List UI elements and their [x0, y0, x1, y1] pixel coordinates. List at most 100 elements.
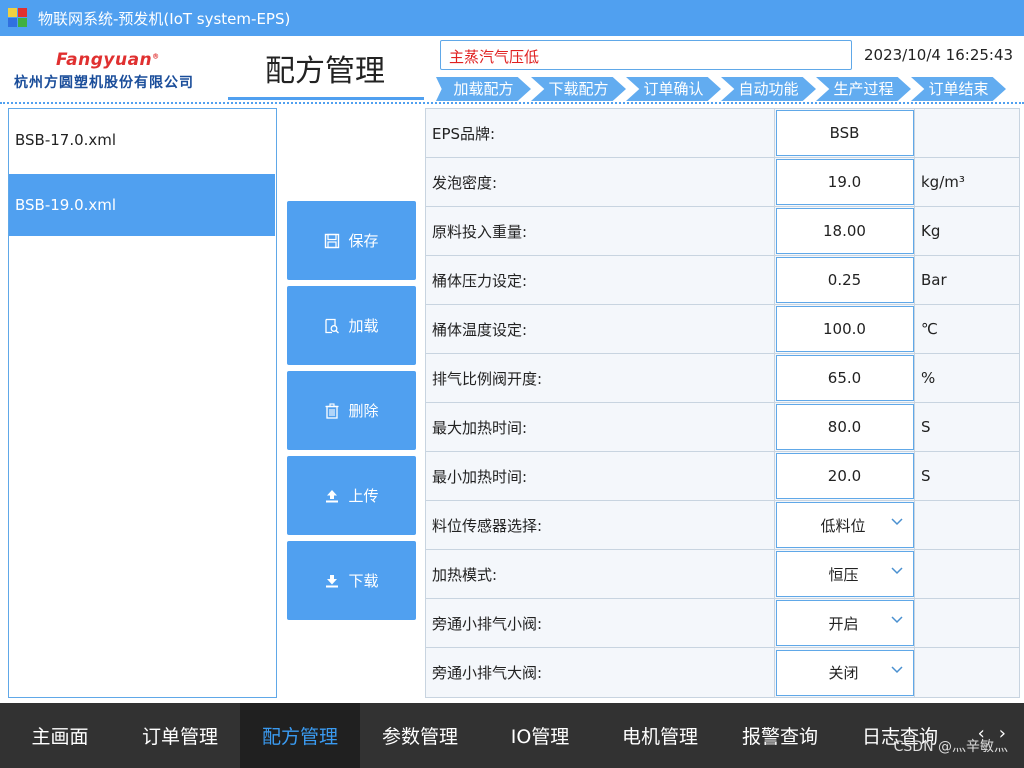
param-row-max-heat-time: 最大加热时间: 80.0 S — [426, 403, 1019, 452]
delete-label: 删除 — [348, 402, 379, 420]
registered-mark: ® — [152, 52, 160, 61]
header: Fangyuan® 杭州方圆塑机股份有限公司 配方管理 主蒸汽气压低 2023/… — [0, 36, 1024, 106]
param-label: 排气比例阀开度: — [426, 354, 775, 402]
param-row-density: 发泡密度: 19.0 kg/m³ — [426, 158, 1019, 207]
window-titlebar: 物联网系统-预发机(IoT system-EPS) — [0, 0, 1024, 36]
step-load-recipe: 加载配方 — [436, 77, 531, 101]
chevron-down-icon — [890, 567, 903, 575]
bypass-large-valve-select[interactable]: 关闭 — [775, 649, 914, 696]
file-item-selected[interactable]: BSB-19.0.xml — [9, 174, 275, 236]
param-unit: kg/m³ — [915, 158, 1019, 206]
param-unit: ℃ — [915, 305, 1019, 353]
param-row-heat-mode: 加热模式: 恒压 — [426, 550, 1019, 599]
company-logo: Fangyuan® — [56, 50, 160, 70]
param-unit — [915, 501, 1019, 549]
action-buttons: 保存 加载 删除 上传 下载 — [287, 201, 416, 626]
save-label: 保存 — [348, 232, 379, 250]
upload-button[interactable]: 上传 — [287, 456, 416, 535]
param-row-bypass-small-valve: 旁通小排气小阀: 开启 — [426, 599, 1019, 648]
select-value: 关闭 — [828, 664, 859, 682]
param-row-weight: 原料投入重量: 18.00 Kg — [426, 207, 1019, 256]
param-unit — [915, 550, 1019, 598]
chevron-down-icon — [890, 616, 903, 624]
step-download-recipe: 下载配方 — [531, 77, 626, 101]
load-label: 加载 — [348, 317, 379, 335]
param-label: 原料投入重量: — [426, 207, 775, 255]
max-heat-time-input[interactable]: 80.0 — [775, 404, 914, 450]
min-heat-time-input[interactable]: 20.0 — [775, 453, 914, 499]
datetime-display: 2023/10/4 16:25:43 — [864, 46, 1014, 64]
title-underline — [228, 97, 424, 100]
param-label: 旁通小排气小阀: — [426, 599, 775, 647]
company-name: 杭州方圆塑机股份有限公司 — [14, 75, 194, 91]
step-auto-function: 自动功能 — [721, 77, 816, 101]
param-label: 桶体温度设定: — [426, 305, 775, 353]
param-row-temperature: 桶体温度设定: 100.0 ℃ — [426, 305, 1019, 354]
step-production: 生产过程 — [816, 77, 911, 101]
trash-icon — [325, 402, 339, 419]
param-row-pressure: 桶体压力设定: 0.25 Bar — [426, 256, 1019, 305]
param-row-level-sensor: 料位传感器选择: 低料位 — [426, 501, 1019, 550]
param-unit: S — [915, 452, 1019, 500]
nav-parameter-management[interactable]: 参数管理 — [360, 703, 480, 768]
nav-order-management[interactable]: 订单管理 — [120, 703, 240, 768]
param-label: 最小加热时间: — [426, 452, 775, 500]
upload-icon — [326, 489, 339, 502]
pressure-input[interactable]: 0.25 — [775, 257, 914, 303]
download-icon — [326, 574, 339, 587]
param-label: EPS品牌: — [426, 109, 775, 157]
select-value: 恒压 — [828, 565, 859, 584]
watermark: CSDN @灬辛敏灬 — [893, 739, 1008, 755]
header-divider — [0, 102, 1024, 104]
load-button[interactable]: 加载 — [287, 286, 416, 365]
download-button[interactable]: 下载 — [287, 541, 416, 620]
nav-alarm-query[interactable]: 报警查询 — [720, 703, 840, 768]
param-row-valve-opening: 排气比例阀开度: 65.0 % — [426, 354, 1019, 403]
select-value: 低料位 — [820, 516, 866, 535]
nav-main-screen[interactable]: 主画面 — [0, 703, 120, 768]
brand-input[interactable]: BSB — [775, 110, 914, 156]
bottom-nav: 主画面 订单管理 配方管理 参数管理 IO管理 电机管理 报警查询 日志查询 ‹… — [0, 703, 1024, 768]
step-order-end: 订单结束 — [911, 77, 1006, 101]
param-label: 最大加热时间: — [426, 403, 775, 451]
delete-button[interactable]: 删除 — [287, 371, 416, 450]
param-unit — [915, 599, 1019, 647]
density-input[interactable]: 19.0 — [775, 159, 914, 205]
nav-recipe-management[interactable]: 配方管理 — [240, 703, 360, 768]
param-label: 加热模式: — [426, 550, 775, 598]
level-sensor-select[interactable]: 低料位 — [775, 502, 914, 548]
chevron-down-icon — [890, 665, 903, 673]
nav-io-management[interactable]: IO管理 — [480, 703, 600, 768]
step-order-confirm: 订单确认 — [626, 77, 721, 101]
bypass-small-valve-select[interactable]: 开启 — [775, 600, 914, 646]
download-label: 下载 — [348, 572, 379, 590]
param-label: 旁通小排气大阀: — [426, 648, 775, 697]
chevron-down-icon — [890, 518, 903, 526]
nav-motor-management[interactable]: 电机管理 — [600, 703, 720, 768]
param-label: 发泡密度: — [426, 158, 775, 206]
param-unit: Bar — [915, 256, 1019, 304]
recipe-file-list[interactable]: BSB-17.0.xml BSB-19.0.xml — [8, 108, 277, 698]
alarm-message-box: 主蒸汽气压低 — [440, 40, 852, 70]
load-icon — [325, 318, 340, 333]
param-row-brand: EPS品牌: BSB — [426, 109, 1019, 158]
brand-name: Fangyuan — [56, 50, 153, 70]
valve-opening-input[interactable]: 65.0 — [775, 355, 914, 401]
recipe-params-table: EPS品牌: BSB 发泡密度: 19.0 kg/m³ 原料投入重量: 18.0… — [425, 108, 1020, 698]
param-label: 桶体压力设定: — [426, 256, 775, 304]
param-unit: Kg — [915, 207, 1019, 255]
heat-mode-select[interactable]: 恒压 — [775, 551, 914, 597]
temperature-input[interactable]: 100.0 — [775, 306, 914, 352]
param-row-min-heat-time: 最小加热时间: 20.0 S — [426, 452, 1019, 501]
param-unit: S — [915, 403, 1019, 451]
page-title: 配方管理 — [265, 54, 385, 89]
save-icon — [325, 233, 340, 248]
param-unit — [915, 109, 1019, 157]
select-value: 开启 — [828, 614, 859, 633]
weight-input[interactable]: 18.00 — [775, 208, 914, 254]
save-button[interactable]: 保存 — [287, 201, 416, 280]
window-title: 物联网系统-预发机(IoT system-EPS) — [38, 9, 291, 28]
upload-label: 上传 — [348, 487, 379, 505]
file-item[interactable]: BSB-17.0.xml — [9, 109, 275, 171]
param-row-bypass-large-valve: 旁通小排气大阀: 关闭 — [426, 648, 1019, 697]
